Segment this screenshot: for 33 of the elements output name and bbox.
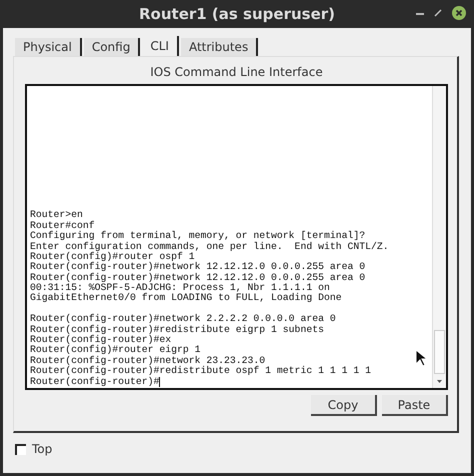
terminal-line: Router(config-router)#redistribute ospf 1 metric 1 1 1 1 1	[30, 366, 371, 376]
terminal-line: Router(config)#router eigrp 1	[30, 345, 200, 356]
action-button[interactable]: Paste	[382, 395, 448, 416]
terminal-line: Router(config-router)#network 2.2.2.2 0.0.0.0 area 0	[30, 314, 336, 324]
terminal-line: Router(config-router)#	[30, 376, 160, 387]
terminal-line: Router(config-router)#ex	[30, 335, 172, 346]
window-title: Router1 (as superuser)	[138, 5, 335, 23]
tab[interactable]: Config	[84, 38, 140, 56]
close-icon[interactable]	[452, 6, 466, 20]
action-button[interactable]: Copy	[311, 395, 377, 416]
terminal-line: Router(config-router)#network 12.12.12.0 0.0.0.255 area 0	[30, 262, 366, 272]
terminal-line: 00:31:15: %OSPF-5-ADJCHG: Process 1, Nbr 1.1.1.1 on	[30, 283, 330, 294]
terminal-line: GigabitEthernet0/0 from LOADING to FULL, Loading Done	[30, 293, 342, 304]
tab[interactable]: Physical	[15, 38, 82, 56]
scrollbar[interactable]	[432, 86, 446, 388]
checkbox-label: Top	[32, 442, 52, 456]
terminal-line: Router#conf	[30, 220, 95, 231]
terminal-line: Router(config-router)#redistribute eigrp 1 subnets	[30, 324, 324, 335]
terminal-line: Router>en	[30, 210, 83, 220]
terminal-output[interactable]	[25, 84, 448, 390]
checkbox[interactable]	[15, 444, 26, 454]
terminal-line: Router(config-router)#network 23.23.23.0	[30, 356, 266, 366]
terminal-line: Router(config)#router ospf 1	[30, 252, 195, 262]
terminal-line: Configuring from terminal, memory, or network [terminal]?	[30, 231, 366, 242]
mouse-pointer-icon	[415, 349, 427, 367]
minimize-icon[interactable]	[416, 12, 424, 14]
tab[interactable]: Attributes	[180, 38, 258, 56]
maximize-icon[interactable]	[434, 9, 442, 17]
scroll-thumb[interactable]	[434, 330, 445, 374]
terminal-line: Router(config-router)#network 12.12.12.0 0.0.0.255 area 0	[30, 272, 366, 283]
terminal-line: Enter configuration commands, one per line. End with CNTL/Z.	[30, 242, 389, 252]
panel-title: IOS Command Line Interface	[149, 64, 324, 81]
text-cursor	[159, 376, 160, 387]
